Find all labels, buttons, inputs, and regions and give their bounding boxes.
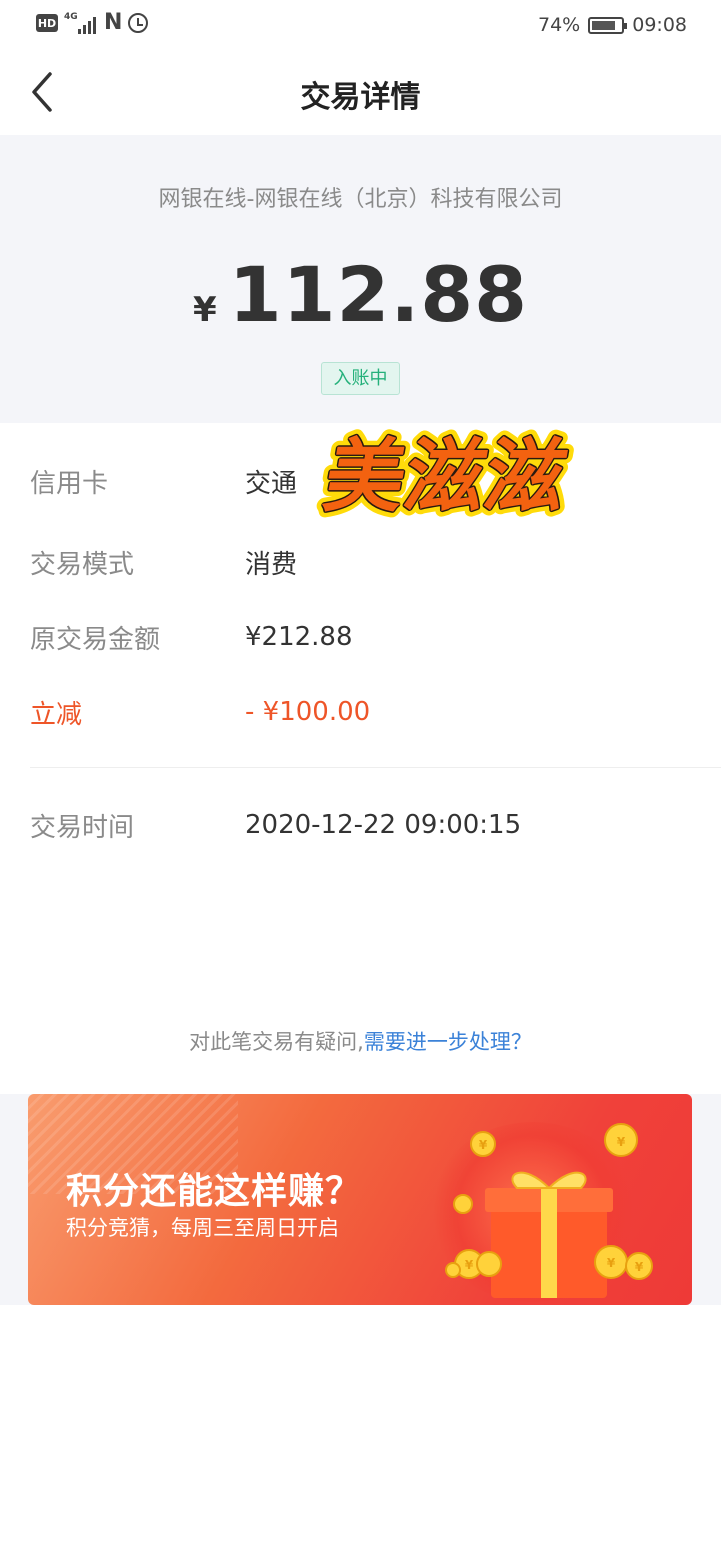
help-line: 对此笔交易有疑问,需要进一步处理？ — [0, 1026, 721, 1056]
status-bar: HD 4G N 74% 09:08 — [0, 0, 721, 50]
status-badge: 入账中 — [321, 362, 400, 395]
gift-box-icon: ¥ ¥ ¥ ¥ ¥ — [445, 1123, 653, 1298]
detail-label: 交易时间 — [30, 812, 135, 843]
detail-value: 2020-12-22 09:00:15 — [245, 810, 522, 840]
detail-row-mode: 交易模式 消费 — [30, 532, 721, 592]
detail-value: - ¥100.00 — [245, 697, 371, 727]
sticker-overlay: 美滋滋 美滋滋 — [311, 425, 579, 530]
nfc-icon: N — [104, 10, 123, 35]
status-icons-right: 74% 09:08 — [538, 14, 687, 36]
banner-title: 积分还能这样赚？ — [66, 1171, 363, 1212]
detail-value: ¥212.88 — [245, 622, 353, 652]
amount-value: 112.88 — [228, 250, 528, 339]
detail-label: 原交易金额 — [30, 624, 161, 655]
divider — [30, 767, 721, 768]
svg-text:¥: ¥ — [617, 1135, 626, 1149]
signal-icon: 4G — [64, 12, 98, 34]
currency-symbol: ¥ — [193, 290, 217, 330]
detail-row-time: 交易时间 2020-12-22 09:00:15 — [30, 795, 721, 855]
svg-text:¥: ¥ — [607, 1256, 616, 1270]
hd-icon: HD — [36, 14, 58, 32]
help-link[interactable]: 需要进一步处理？ — [364, 1030, 532, 1054]
battery-icon — [588, 16, 628, 34]
sticker-text-front: 美滋滋 — [317, 431, 573, 524]
battery-percent: 74% — [538, 14, 581, 36]
help-text: 对此笔交易有疑问, — [189, 1030, 364, 1054]
merchant-name: 网银在线-网银在线（北京）科技有限公司 — [158, 187, 563, 212]
banner-subtitle: 积分竞猜，每周三至周日开启 — [66, 1216, 339, 1240]
status-icons-left: HD 4G N — [36, 10, 149, 35]
transaction-summary: 网银在线-网银在线（北京）科技有限公司 ¥ 112.88 入账中 — [0, 135, 721, 423]
nav-bar: 交易详情 — [0, 50, 721, 135]
detail-value: 消费 — [245, 549, 298, 580]
detail-row-original-amount: 原交易金额 ¥212.88 — [30, 607, 721, 667]
amount: ¥ 112.88 — [0, 250, 721, 339]
detail-row-discount: 立减 - ¥100.00 — [30, 682, 721, 742]
svg-text:¥: ¥ — [479, 1138, 488, 1152]
page-title: 交易详情 — [300, 80, 421, 115]
detail-label: 信用卡 — [30, 468, 109, 499]
detail-value: 交通 — [245, 468, 298, 499]
svg-text:¥: ¥ — [635, 1260, 644, 1274]
alarm-icon — [128, 13, 149, 33]
detail-label: 立减 — [30, 699, 83, 730]
detail-label: 交易模式 — [30, 549, 135, 580]
svg-text:¥: ¥ — [465, 1258, 474, 1272]
clock: 09:08 — [632, 14, 687, 36]
promo-banner[interactable]: 积分还能这样赚？ 积分竞猜，每周三至周日开启 ¥ ¥ ¥ ¥ ¥ — [28, 1094, 692, 1305]
network-type: 4G — [64, 12, 78, 22]
